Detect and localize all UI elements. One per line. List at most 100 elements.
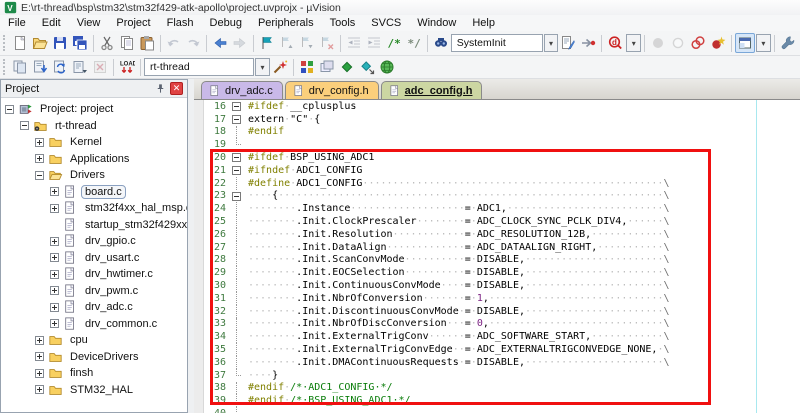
breakpoint-margin[interactable] [194, 126, 204, 139]
breakpoint-margin[interactable] [194, 343, 204, 356]
tab-drv-config-h[interactable]: drv_config.h [285, 81, 379, 99]
open-file-icon[interactable] [30, 33, 50, 53]
clear-bookmarks-icon[interactable] [317, 33, 337, 53]
breakpoint-margin[interactable] [194, 151, 204, 164]
breakpoint-margin[interactable] [194, 138, 204, 151]
copy-icon[interactable] [117, 33, 137, 53]
tree-item-drv-common-c[interactable]: drv_common.c [1, 316, 187, 333]
build-icon[interactable] [30, 57, 50, 77]
enable-breakpoint-icon[interactable] [668, 33, 688, 53]
tree-item-kernel[interactable]: Kernel [1, 134, 187, 151]
expand-icon[interactable] [50, 319, 59, 328]
save-all-icon[interactable] [70, 33, 90, 53]
software-packs-icon[interactable] [357, 57, 377, 77]
chevron-down-icon[interactable]: ▾ [626, 34, 641, 52]
breakpoint-margin[interactable] [194, 100, 204, 113]
breakpoint-margin[interactable] [194, 266, 204, 279]
next-bookmark-icon[interactable] [297, 33, 317, 53]
expand-icon[interactable] [50, 303, 59, 312]
navigate-forward-icon[interactable] [230, 33, 250, 53]
toolbar-grip[interactable] [3, 35, 7, 51]
uncomment-icon[interactable]: */ [404, 33, 424, 53]
tree-item-stm32f4xx-hal-msp-c[interactable]: stm32f4xx_hal_msp.c [1, 200, 187, 217]
translate-icon[interactable] [10, 57, 30, 77]
tree-item-drv-hwtimer-c[interactable]: drv_hwtimer.c [1, 266, 187, 283]
tree-item-drv-usart-c[interactable]: drv_usart.c [1, 250, 187, 267]
tab-adc-config-h[interactable]: adc_config.h [381, 81, 483, 99]
fold-toggle-icon[interactable] [230, 190, 244, 203]
toolbar-grip[interactable] [3, 59, 7, 75]
pack-installer-icon[interactable] [337, 57, 357, 77]
tab-drv-adc-c[interactable]: drv_adc.c [201, 81, 283, 99]
expand-icon[interactable] [50, 286, 59, 295]
navigate-back-icon[interactable] [210, 33, 230, 53]
breakpoint-margin[interactable] [194, 356, 204, 369]
menu-project[interactable]: Project [108, 16, 158, 30]
manage-components-icon[interactable] [297, 57, 317, 77]
breakpoint-margin[interactable] [194, 279, 204, 292]
new-file-icon[interactable] [10, 33, 30, 53]
tree-item-board-c[interactable]: board.c [1, 184, 187, 201]
breakpoint-margin[interactable] [194, 254, 204, 267]
breakpoint-margin[interactable] [194, 382, 204, 395]
menu-svcs[interactable]: SVCS [363, 16, 409, 30]
menu-peripherals[interactable]: Peripherals [250, 16, 322, 30]
rebuild-icon[interactable] [50, 57, 70, 77]
cut-icon[interactable] [97, 33, 117, 53]
run-to-line-icon[interactable] [578, 33, 598, 53]
target-options-icon[interactable] [270, 57, 290, 77]
fold-toggle-icon[interactable] [230, 164, 244, 177]
menu-file[interactable]: File [0, 16, 34, 30]
fold-toggle-icon[interactable] [230, 100, 244, 113]
disable-breakpoints-icon[interactable] [688, 33, 708, 53]
debug-session-icon[interactable]: d [605, 33, 625, 53]
breakpoint-margin[interactable] [194, 394, 204, 407]
breakpoint-icon[interactable] [648, 33, 668, 53]
collapse-icon[interactable] [35, 171, 44, 180]
web-icon[interactable] [377, 57, 397, 77]
menu-debug[interactable]: Debug [202, 16, 250, 30]
tree-item-drv-pwm-c[interactable]: drv_pwm.c [1, 283, 187, 300]
undo-icon[interactable] [164, 33, 184, 53]
tree-item-project-project[interactable]: Project: project [1, 101, 187, 118]
expand-icon[interactable] [50, 204, 59, 213]
menu-window[interactable]: Window [409, 16, 464, 30]
bookmark-icon[interactable] [257, 33, 277, 53]
tree-item-drv-adc-c[interactable]: drv_adc.c [1, 299, 187, 316]
pin-icon[interactable] [153, 82, 167, 96]
indent-icon[interactable] [364, 33, 384, 53]
expand-icon[interactable] [35, 385, 44, 394]
expand-icon[interactable] [50, 253, 59, 262]
chevron-down-icon[interactable]: ▾ [756, 34, 771, 52]
breakpoint-margin[interactable] [194, 318, 204, 331]
menu-help[interactable]: Help [464, 16, 503, 30]
tree-item-drivers[interactable]: Drivers [1, 167, 187, 184]
breakpoint-margin[interactable] [194, 241, 204, 254]
batch-build-icon[interactable] [70, 57, 90, 77]
find-icon[interactable] [431, 33, 451, 53]
breakpoint-margin[interactable] [194, 190, 204, 203]
redo-icon[interactable] [184, 33, 204, 53]
tree-item-startup-stm32f429xx-s[interactable]: startup_stm32f429xx.s [1, 217, 187, 234]
fold-toggle-icon[interactable] [230, 113, 244, 126]
unindent-icon[interactable] [344, 33, 364, 53]
collapse-icon[interactable] [20, 121, 29, 130]
breakpoint-margin[interactable] [194, 215, 204, 228]
window-layout-icon[interactable] [735, 33, 755, 53]
breakpoint-margin[interactable] [194, 292, 204, 305]
menu-flash[interactable]: Flash [159, 16, 202, 30]
expand-icon[interactable] [50, 187, 59, 196]
breakpoint-margin[interactable] [194, 164, 204, 177]
menu-edit[interactable]: Edit [34, 16, 69, 30]
expand-icon[interactable] [50, 237, 59, 246]
code-editor[interactable]: 16#ifdef·__cplusplus17extern·"C"·{18#end… [194, 100, 800, 413]
expand-icon[interactable] [35, 154, 44, 163]
chevron-down-icon[interactable]: ▾ [544, 34, 559, 52]
expand-icon[interactable] [35, 336, 44, 345]
breakpoint-margin[interactable] [194, 113, 204, 126]
comment-icon[interactable]: /* [384, 33, 404, 53]
menu-view[interactable]: View [69, 16, 109, 30]
save-icon[interactable] [50, 33, 70, 53]
breakpoint-margin[interactable] [194, 177, 204, 190]
collapse-icon[interactable] [5, 105, 14, 114]
